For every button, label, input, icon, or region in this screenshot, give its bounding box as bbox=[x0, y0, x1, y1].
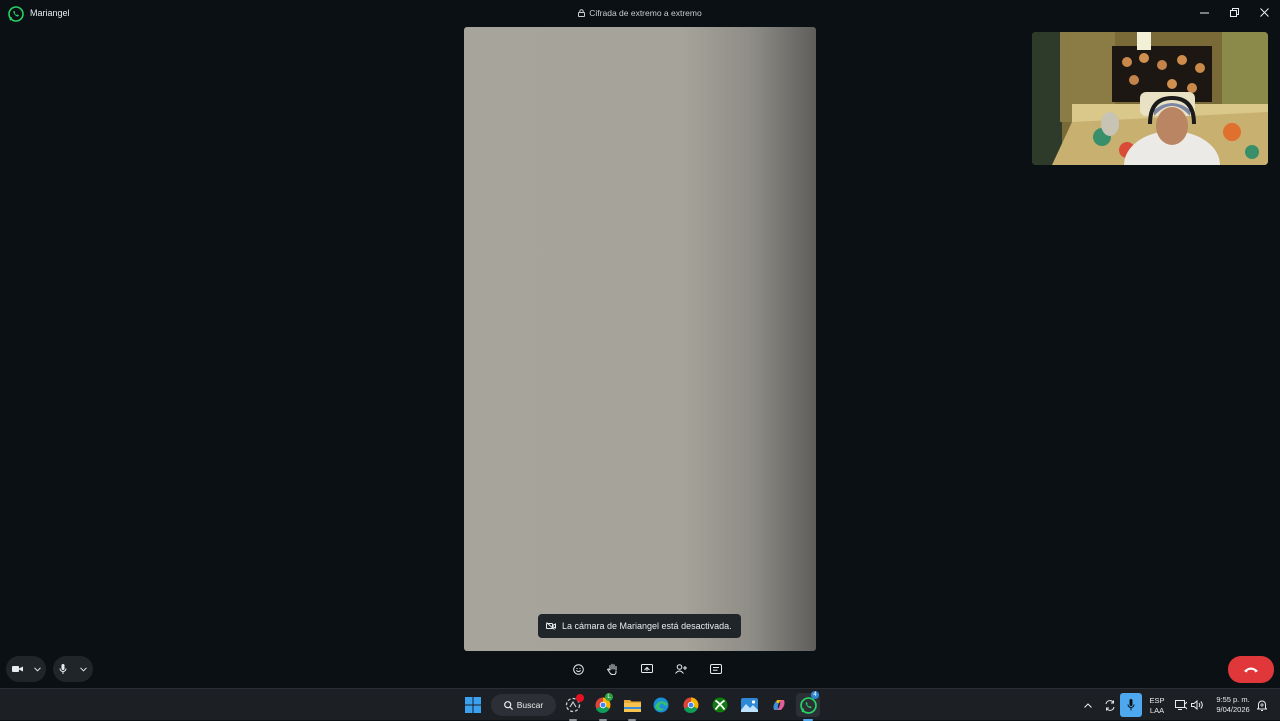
bell-icon bbox=[1257, 700, 1267, 711]
self-camera-image bbox=[1032, 32, 1268, 165]
clock-date: 9/04/2026 bbox=[1216, 705, 1250, 714]
input-language-button[interactable]: ESP LAA bbox=[1146, 696, 1168, 716]
volume-button[interactable] bbox=[1188, 693, 1206, 717]
clock[interactable]: 9:55 p. m. 9/04/2026 bbox=[1208, 695, 1258, 715]
xbox-icon bbox=[712, 697, 728, 713]
sync-tray-button[interactable] bbox=[1099, 693, 1121, 717]
taskbar-app-copilot-key[interactable] bbox=[561, 693, 585, 721]
photos-icon bbox=[740, 698, 758, 712]
encryption-label: Cifrada de extremo a extremo bbox=[589, 8, 702, 18]
phone-hangup-icon bbox=[1244, 667, 1258, 673]
search-icon bbox=[503, 700, 513, 710]
sync-icon bbox=[1105, 699, 1115, 711]
speaker-icon bbox=[1191, 700, 1203, 710]
search-label: Buscar bbox=[516, 700, 544, 710]
close-button[interactable] bbox=[1249, 2, 1279, 22]
add-participant-button[interactable] bbox=[670, 660, 692, 678]
camera-off-icon bbox=[546, 622, 556, 630]
raise-hand-button[interactable] bbox=[601, 660, 623, 678]
taskbar-app-file-explorer[interactable] bbox=[620, 693, 644, 721]
edge-icon bbox=[653, 697, 669, 713]
whatsapp-unread-badge: 4 bbox=[811, 691, 819, 699]
close-icon bbox=[1259, 7, 1269, 17]
video-camera-icon bbox=[11, 666, 23, 672]
remote-video bbox=[464, 27, 816, 651]
notification-dot bbox=[576, 694, 584, 702]
camera-off-toast: La cámara de Mariangel está desactivada. bbox=[538, 614, 741, 638]
chat-icon bbox=[710, 664, 722, 674]
chevron-up-icon bbox=[1084, 702, 1092, 708]
language-code: ESP bbox=[1149, 696, 1165, 705]
windows-start-icon bbox=[465, 697, 481, 713]
self-camera-view[interactable] bbox=[1032, 32, 1268, 165]
share-screen-button[interactable] bbox=[636, 660, 658, 678]
taskbar-app-chrome[interactable] bbox=[679, 693, 703, 717]
restore-button[interactable] bbox=[1219, 2, 1249, 22]
microphone-in-use-button[interactable] bbox=[1120, 693, 1142, 717]
microphone-toggle[interactable] bbox=[53, 656, 93, 682]
microphone-icon bbox=[59, 664, 67, 674]
encryption-status: Cifrada de extremo a extremo bbox=[0, 8, 1280, 18]
screen-share-icon bbox=[641, 664, 653, 673]
title-bar: Mariangel Cifrada de extremo a extremo bbox=[0, 0, 1280, 28]
emoji-icon bbox=[572, 663, 584, 675]
taskbar-search[interactable]: Buscar bbox=[491, 694, 556, 716]
taskbar-app-copilot[interactable] bbox=[767, 693, 791, 717]
taskbar-app-edge[interactable] bbox=[649, 693, 673, 717]
notifications-button[interactable] bbox=[1253, 693, 1271, 717]
show-hidden-icons-button[interactable] bbox=[1077, 693, 1099, 717]
minimize-button[interactable] bbox=[1189, 2, 1219, 22]
add-person-icon bbox=[675, 664, 687, 674]
taskbar-app-whatsapp[interactable]: 4 bbox=[796, 691, 820, 721]
chrome-icon bbox=[683, 697, 699, 713]
chevron-down-icon bbox=[79, 666, 87, 672]
file-explorer-icon bbox=[623, 700, 641, 712]
chat-button[interactable] bbox=[705, 660, 727, 678]
end-call-button[interactable] bbox=[1228, 656, 1274, 683]
taskbar-app-photos[interactable] bbox=[737, 693, 761, 717]
toast-text: La cámara de Mariangel está desactivada. bbox=[562, 621, 732, 631]
taskbar: Buscar L 4 ESP LAA 9:55 p. m. 9/04/2026 bbox=[0, 688, 1280, 721]
chevron-down-icon bbox=[33, 666, 41, 672]
reactions-button[interactable] bbox=[567, 660, 589, 678]
clock-time: 9:55 p. m. bbox=[1216, 695, 1250, 704]
minimize-icon bbox=[1199, 12, 1209, 13]
keyboard-layout: LAA bbox=[1149, 706, 1165, 715]
copilot-icon bbox=[773, 700, 785, 710]
microphone-icon bbox=[1127, 699, 1135, 711]
profile-badge: L bbox=[605, 693, 613, 701]
lock-icon bbox=[578, 9, 586, 17]
whatsapp-icon bbox=[799, 696, 817, 714]
restore-icon bbox=[1229, 7, 1239, 17]
camera-toggle[interactable] bbox=[6, 656, 46, 682]
raise-hand-icon bbox=[606, 663, 617, 675]
network-icon bbox=[1175, 700, 1187, 710]
taskbar-app-xbox[interactable] bbox=[708, 693, 732, 717]
taskbar-app-chrome-profile[interactable]: L bbox=[591, 693, 615, 721]
start-button[interactable] bbox=[461, 693, 485, 717]
